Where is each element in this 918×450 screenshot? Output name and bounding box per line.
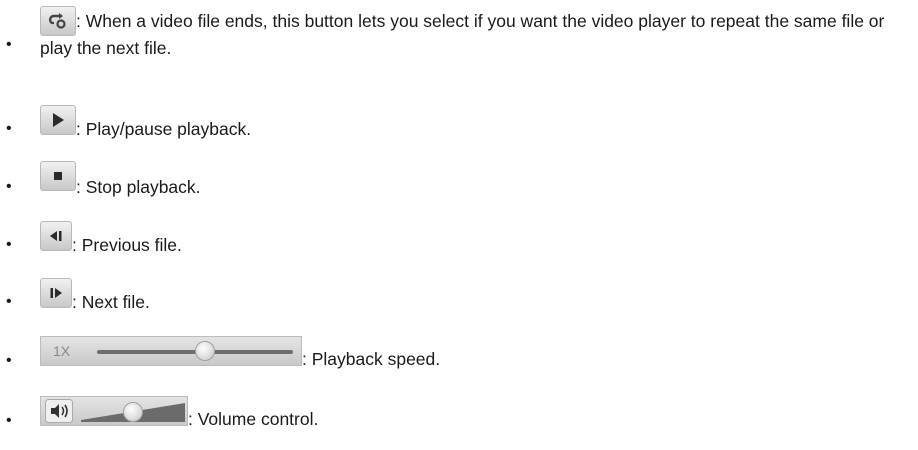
volume-text: : Volume control. bbox=[188, 409, 319, 429]
speed-slider: 1X bbox=[40, 336, 302, 366]
volume-knob bbox=[123, 402, 143, 422]
speed-knob bbox=[194, 341, 215, 361]
previous-row: : Previous file. bbox=[40, 198, 182, 258]
speed-text: : Playback speed. bbox=[302, 349, 441, 369]
bullet: • bbox=[6, 120, 12, 137]
bullet: • bbox=[6, 293, 12, 310]
bullet: • bbox=[6, 352, 12, 369]
next-row: : Next file. bbox=[40, 255, 150, 315]
stop-row: : Stop playback. bbox=[40, 140, 201, 200]
previous-file-icon bbox=[40, 221, 72, 251]
next-file-icon bbox=[40, 278, 72, 308]
repeat-text: : When a video file ends, this button le… bbox=[40, 11, 885, 58]
stop-icon bbox=[40, 161, 76, 191]
play-text: : Play/pause playback. bbox=[76, 119, 252, 139]
speed-label: 1X bbox=[53, 343, 71, 359]
bullet: • bbox=[6, 236, 12, 253]
repeat-icon bbox=[40, 6, 76, 36]
play-row: : Play/pause playback. bbox=[40, 82, 251, 142]
volume-icon bbox=[45, 399, 73, 430]
speed-row: 1X : Playback speed. bbox=[40, 312, 440, 372]
bullet: • bbox=[6, 178, 12, 195]
volume-row: : Volume control. bbox=[40, 372, 318, 432]
stop-text: : Stop playback. bbox=[76, 177, 201, 197]
repeat-description: : When a video file ends, this button le… bbox=[40, 6, 910, 61]
play-icon bbox=[40, 105, 76, 135]
volume-slider bbox=[40, 396, 188, 426]
bullet: • bbox=[6, 36, 12, 53]
bullet: • bbox=[6, 412, 12, 429]
